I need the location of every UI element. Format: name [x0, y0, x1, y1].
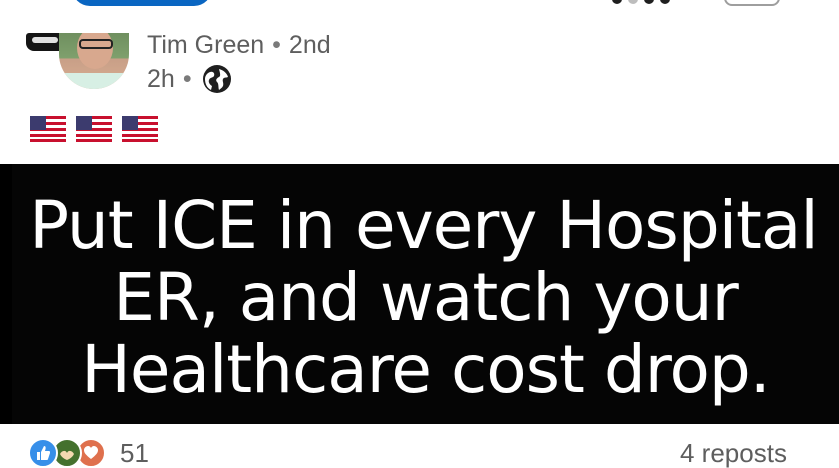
- image-text-line-1: Put ICE in every Hospital: [29, 187, 818, 264]
- avatar[interactable]: [59, 33, 129, 89]
- reaction-count[interactable]: 51: [120, 438, 149, 468]
- reactions-summary[interactable]: 51: [28, 438, 149, 468]
- us-flag-icon: [30, 116, 66, 142]
- author-name[interactable]: Tim Green: [147, 31, 264, 59]
- post-meta: 2h •: [147, 64, 232, 94]
- follow-button[interactable]: [72, 0, 212, 6]
- caption-flags: [30, 116, 158, 142]
- separator-dot: •: [272, 31, 281, 59]
- more-options-icon[interactable]: [612, 0, 670, 4]
- us-flag-icon: [122, 116, 158, 142]
- author-avatar[interactable]: [26, 33, 130, 89]
- globe-icon: [202, 64, 232, 94]
- separator-dot: •: [182, 65, 192, 93]
- close-button[interactable]: [724, 0, 780, 6]
- top-strip: [0, 0, 839, 12]
- reposts-count[interactable]: 4 reposts: [680, 438, 787, 468]
- connection-degree: 2nd: [288, 31, 331, 59]
- image-text-line-3: Healthcare cost drop.: [81, 331, 770, 408]
- us-flag-icon: [76, 116, 112, 142]
- like-icon: [28, 438, 58, 468]
- post-time: 2h: [147, 65, 175, 93]
- image-text-line-2: ER, and watch your: [113, 259, 738, 336]
- author-line[interactable]: Tim Green • 2nd: [147, 31, 331, 59]
